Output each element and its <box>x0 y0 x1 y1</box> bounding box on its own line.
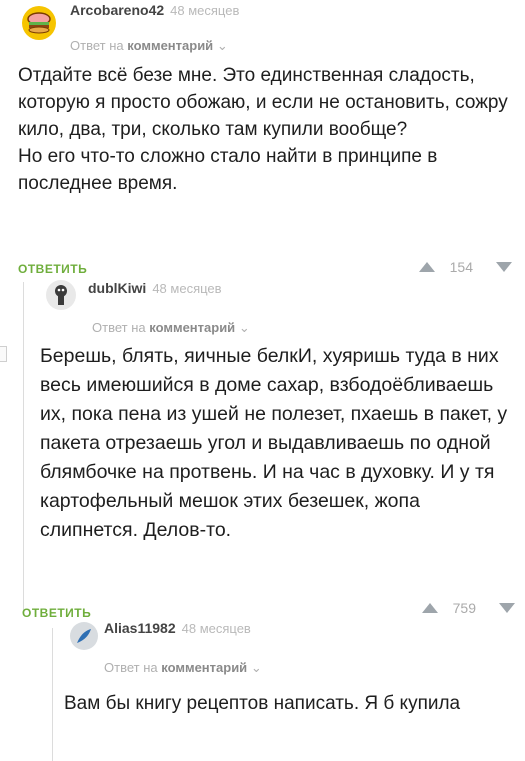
comment-body: Отдайте всё безе мне. Это единственная с… <box>18 65 508 194</box>
chevron-down-icon: ⌄ <box>238 320 250 335</box>
avatar[interactable] <box>46 280 76 310</box>
comment: Alias11982 48 месяцев Ответ на комментари… <box>64 620 520 714</box>
triangle-up-icon[interactable] <box>421 602 439 614</box>
collapse-handle[interactable] <box>0 346 7 362</box>
comment: dublKiwi 48 месяцев Ответ на комментарий … <box>22 274 520 620</box>
chevron-down-icon: ⌄ <box>250 660 262 675</box>
timestamp: 48 месяцев <box>152 281 222 296</box>
reply-button[interactable]: ОТВЕТИТЬ <box>22 606 91 620</box>
feather-icon <box>77 629 91 643</box>
bun-icon <box>27 12 51 34</box>
comment-header: Arcobareno42 48 месяцев Ответ на коммента… <box>14 0 519 53</box>
chevron-down-icon: ⌄ <box>216 38 228 53</box>
author-name[interactable]: dublKiwi 48 месяцев <box>88 280 222 296</box>
reply-to-link[interactable]: Ответ на комментарий ⌄ <box>70 38 228 54</box>
author-name[interactable]: Alias11982 48 месяцев <box>104 620 251 636</box>
triangle-down-icon[interactable] <box>495 261 513 273</box>
thread-line <box>52 628 53 761</box>
reply-to-link[interactable]: Ответ на комментарий ⌄ <box>104 660 262 676</box>
reply-to-link[interactable]: Ответ на комментарий ⌄ <box>92 320 250 336</box>
comment-body: Берешь, блять, яичные белкИ, хуяришь туд… <box>40 345 508 541</box>
rating-value: 154 <box>449 259 473 275</box>
triangle-down-icon[interactable] <box>498 602 516 614</box>
thread-line <box>23 282 24 612</box>
rating: 759 <box>421 600 516 616</box>
rating-value: 759 <box>452 600 476 616</box>
comment-body: Вам бы книгу рецептов написать. Я б купи… <box>64 693 461 714</box>
kiwi-icon <box>55 285 67 305</box>
avatar[interactable] <box>22 6 56 40</box>
timestamp: 48 месяцев <box>170 3 240 18</box>
comment: Arcobareno42 48 месяцев Ответ на коммента… <box>14 0 519 276</box>
avatar[interactable] <box>70 622 98 650</box>
rating: 154 <box>418 259 513 275</box>
timestamp: 48 месяцев <box>181 621 251 636</box>
triangle-up-icon[interactable] <box>418 261 436 273</box>
comment-header: Alias11982 48 месяцев Ответ на комментари… <box>66 620 520 675</box>
comment-header: dublKiwi 48 месяцев Ответ на комментарий … <box>42 274 520 335</box>
author-name[interactable]: Arcobareno42 48 месяцев <box>70 2 239 18</box>
